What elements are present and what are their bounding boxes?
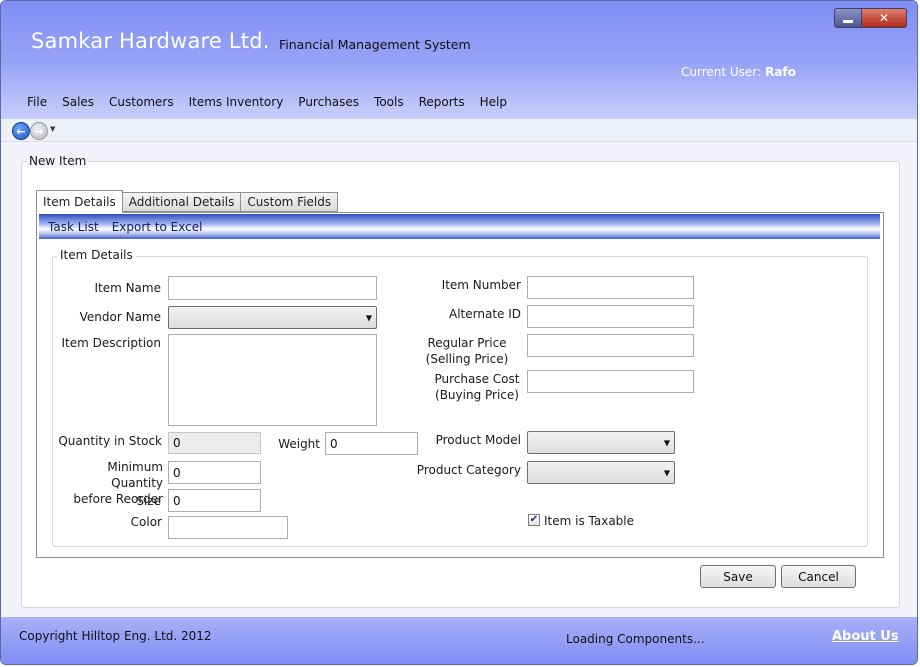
menu-sales[interactable]: Sales — [62, 95, 94, 109]
chevron-down-icon: ▼ — [663, 438, 670, 447]
product-category-label: Product Category — [416, 463, 521, 477]
tab-item-details[interactable]: Item Details — [36, 190, 123, 213]
regular-price-label-line2: (Selling Price) — [425, 352, 509, 366]
quantity-in-stock-label: Quantity in Stock — [58, 434, 162, 448]
menu-items-inventory[interactable]: Items Inventory — [189, 95, 284, 109]
min-quantity-input[interactable] — [168, 461, 261, 484]
size-input[interactable] — [168, 489, 261, 512]
minimize-button[interactable] — [834, 8, 862, 28]
size-label: Size — [136, 494, 161, 508]
tab-custom-fields[interactable]: Custom Fields — [240, 192, 339, 212]
close-button[interactable]: ✕ — [862, 8, 907, 28]
chevron-down-icon: ▼ — [663, 468, 670, 477]
item-name-input[interactable] — [168, 276, 377, 300]
export-to-excel-button[interactable]: Export to Excel — [112, 220, 203, 234]
current-user-label: Current User: — [681, 65, 762, 79]
taxable-checkbox[interactable]: ✔ — [528, 514, 540, 526]
menu-customers[interactable]: Customers — [109, 95, 174, 109]
min-quantity-label-line1: Minimum Quantity — [107, 460, 163, 490]
alternate-id-label: Alternate ID — [449, 307, 521, 321]
chevron-down-icon[interactable]: ▼ — [50, 125, 55, 133]
menu-tools[interactable]: Tools — [374, 95, 404, 109]
menu-reports[interactable]: Reports — [419, 95, 465, 109]
copyright-text: Copyright Hilltop Eng. Ltd. 2012 — [19, 629, 212, 643]
item-description-textarea[interactable] — [168, 334, 377, 426]
forward-arrow-icon[interactable]: → — [30, 122, 48, 140]
status-text: Loading Components... — [566, 632, 705, 646]
cancel-button[interactable]: Cancel — [781, 565, 856, 588]
menu-purchases[interactable]: Purchases — [298, 95, 359, 109]
save-button[interactable]: Save — [700, 565, 776, 588]
product-category-select[interactable]: ▼ — [527, 461, 675, 484]
current-user: Current User: Rafo — [681, 65, 796, 79]
regular-price-label-line1: Regular Price — [427, 336, 507, 350]
taxable-label[interactable]: Item is Taxable — [544, 514, 634, 528]
product-model-select[interactable]: ▼ — [527, 431, 675, 454]
item-number-input[interactable] — [527, 276, 694, 299]
current-user-name: Rafo — [765, 65, 796, 79]
vendor-name-label: Vendor Name — [79, 310, 161, 324]
purchase-cost-label-line1: Purchase Cost — [434, 372, 520, 386]
purchase-cost-input[interactable] — [527, 370, 694, 393]
tab-strip: Item Details Additional Details Custom F… — [36, 190, 339, 213]
minimize-icon — [843, 19, 853, 23]
about-us-link[interactable]: About Us — [832, 629, 899, 644]
regular-price-label: Regular Price (Selling Price) — [421, 335, 513, 367]
back-arrow-icon[interactable]: ← — [12, 122, 30, 140]
quantity-in-stock-input — [168, 432, 261, 454]
chevron-down-icon: ▼ — [365, 313, 372, 322]
menu-help[interactable]: Help — [480, 95, 507, 109]
product-model-label: Product Model — [435, 433, 521, 447]
color-label: Color — [130, 515, 162, 529]
item-name-label: Item Name — [94, 281, 161, 295]
app-title: Samkar Hardware Ltd. — [31, 29, 270, 53]
alternate-id-input[interactable] — [527, 305, 694, 328]
menu-bar: File Sales Customers Items Inventory Pur… — [27, 95, 522, 109]
vendor-name-select[interactable]: ▼ — [168, 306, 377, 329]
task-toolbar: Task List Export to Excel — [39, 214, 880, 239]
navigation-bar: ← → ▼ — [1, 119, 917, 142]
app-subtitle: Financial Management System — [279, 37, 471, 52]
app-header: Samkar Hardware Ltd. Financial Managemen… — [1, 1, 917, 119]
window-controls: ✕ — [834, 8, 907, 28]
purchase-cost-label: Purchase Cost (Buying Price) — [431, 371, 523, 403]
tab-additional-details[interactable]: Additional Details — [121, 192, 242, 212]
weight-label: Weight — [278, 437, 320, 451]
weight-input[interactable] — [325, 432, 418, 455]
menu-file[interactable]: File — [27, 95, 47, 109]
close-icon: ✕ — [878, 11, 890, 25]
color-input[interactable] — [168, 516, 288, 539]
app-window: Samkar Hardware Ltd. Financial Managemen… — [0, 0, 918, 665]
item-number-label: Item Number — [441, 278, 521, 292]
task-list-button[interactable]: Task List — [48, 220, 99, 234]
regular-price-input[interactable] — [527, 334, 694, 357]
status-footer: Copyright Hilltop Eng. Ltd. 2012 Loading… — [1, 617, 917, 664]
new-item-legend: New Item — [27, 154, 89, 168]
item-description-label: Item Description — [61, 336, 161, 350]
item-details-legend: Item Details — [57, 248, 136, 262]
purchase-cost-label-line2: (Buying Price) — [435, 388, 519, 402]
